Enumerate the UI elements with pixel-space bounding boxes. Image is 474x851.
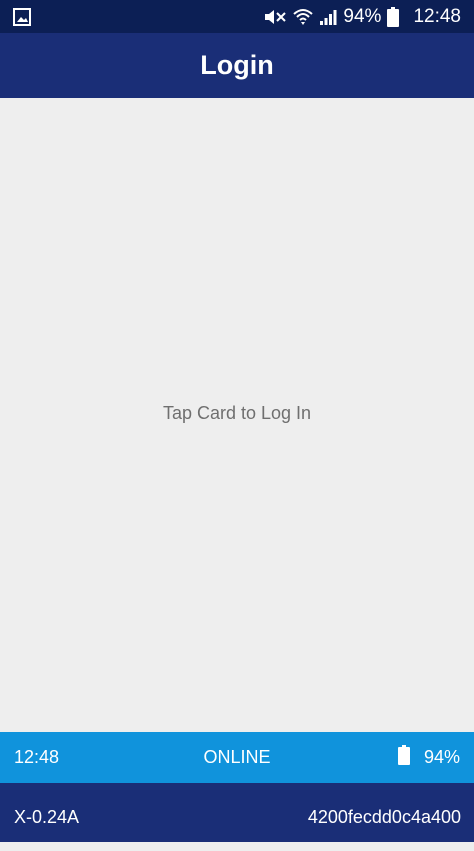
gallery-icon	[13, 8, 31, 26]
signal-icon	[319, 8, 337, 26]
footer-bar: X-0.24A 4200fecdd0c4a400	[0, 783, 474, 842]
info-battery: 94%	[397, 732, 460, 783]
wifi-icon	[293, 8, 314, 26]
info-battery-percent: 94%	[423, 747, 460, 767]
battery-full-icon	[397, 745, 410, 770]
login-area: Tap Card to Log In	[0, 98, 474, 732]
status-clock: 12:48	[413, 6, 461, 27]
page-title: Login	[200, 50, 274, 80]
device-id: 4200fecdd0c4a400	[307, 807, 461, 827]
tap-card-prompt: Tap Card to Log In	[162, 403, 312, 423]
battery-icon	[387, 6, 400, 27]
status-bar: 94% 12:48	[0, 0, 474, 33]
app-version: X-0.24A	[14, 807, 80, 827]
mute-icon	[263, 8, 287, 26]
app-bar: Login	[0, 33, 474, 98]
info-bar: 12:48 ONLINE 94%	[0, 732, 474, 783]
status-battery-percent: 94%	[343, 6, 382, 27]
